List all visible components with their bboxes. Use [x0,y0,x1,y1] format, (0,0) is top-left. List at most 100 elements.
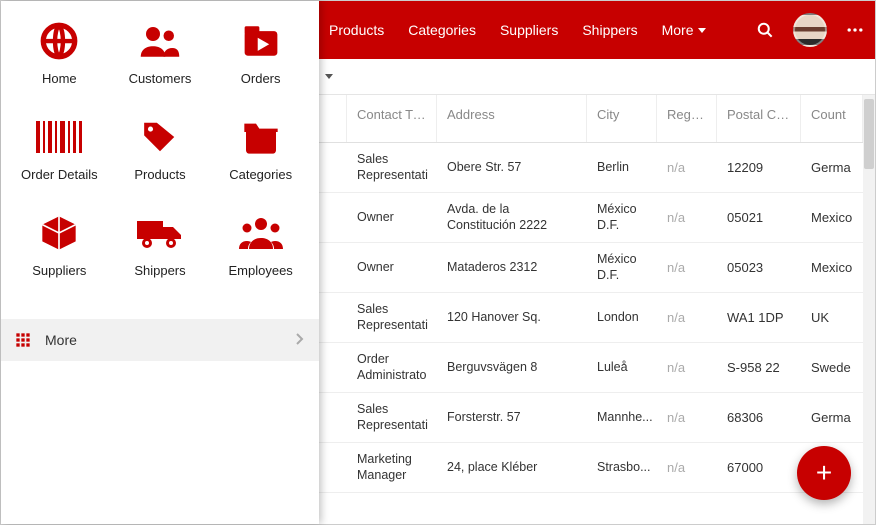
cell-address: Avda. de la Constitución 2222 [437,193,587,242]
cell-region: n/a [657,393,717,442]
barcode-icon [31,115,87,159]
chevron-right-icon [295,332,305,349]
col-country[interactable]: Count [801,95,863,142]
overflow-menu-icon[interactable] [845,20,865,40]
sidebar-tile-categories[interactable]: Categories [210,115,311,211]
cell-postal: 68306 [717,393,801,442]
scrollbar-thumb[interactable] [864,99,874,169]
sidebar-tile-order-details[interactable]: Order Details [9,115,110,211]
toolbar-dropdown[interactable] [319,74,333,79]
folder-play-icon [233,19,289,63]
col-city[interactable]: City [587,95,657,142]
sidebar-tile-customers[interactable]: Customers [110,19,211,115]
sidebar-tile-shippers[interactable]: Shippers [110,211,211,307]
box-icon [31,211,87,255]
sidebar-more-label: More [45,332,77,348]
cell-city: Berlin [587,143,657,192]
nav-products[interactable]: Products [329,22,384,38]
sidebar-tile-suppliers[interactable]: Suppliers [9,211,110,307]
cell-contact-title: Marketing Manager [347,443,437,492]
tile-label: Orders [241,71,281,86]
cell-contact-title: Owner [347,243,437,292]
cell-postal: WA1 1DP [717,293,801,342]
cell-country: Germa [801,393,863,442]
cell-address: 120 Hanover Sq. [437,293,587,342]
cell-postal: 05023 [717,243,801,292]
cell-address: Berguvsvägen 8 [437,343,587,392]
tile-label: Suppliers [32,263,86,278]
col-region[interactable]: Region [657,95,717,142]
people-icon [132,19,188,63]
table-row[interactable]: OwnerMataderos 2312México D.F.n/a05023Me… [319,243,875,293]
tile-label: Shippers [134,263,185,278]
sidebar-tile-employees[interactable]: Employees [210,211,311,307]
nav-categories[interactable]: Categories [408,22,476,38]
cell-contact-title: Order Administrato [347,343,437,392]
cell-city: Luleå [587,343,657,392]
cell-address: Mataderos 2312 [437,243,587,292]
nav-more-label: More [662,22,694,38]
col-address[interactable]: Address [437,95,587,142]
navigation-drawer: Home Customers Orders Order Details Products… [1,1,319,524]
cell-postal: 05021 [717,193,801,242]
cell-region: n/a [657,243,717,292]
cell-city: Strasbo... [587,443,657,492]
sidebar-more[interactable]: More [1,319,319,361]
plus-icon: + [816,457,832,489]
tile-label: Home [42,71,77,86]
group-icon [233,211,289,255]
top-nav: Products Categories Suppliers Shippers M… [329,22,706,38]
tile-label: Employees [229,263,293,278]
cell-region: n/a [657,343,717,392]
add-button[interactable]: + [797,446,851,500]
caret-down-icon [698,28,706,33]
tile-label: Categories [229,167,292,182]
cell-region: n/a [657,193,717,242]
nav-shippers[interactable]: Shippers [582,22,637,38]
truck-icon [132,211,188,255]
table-row[interactable]: Order AdministratoBerguvsvägen 8Luleån/a… [319,343,875,393]
cell-city: London [587,293,657,342]
sidebar-tile-orders[interactable]: Orders [210,19,311,115]
nav-suppliers[interactable]: Suppliers [500,22,558,38]
sidebar-tile-products[interactable]: Products [110,115,211,211]
cell-postal: S-958 22 [717,343,801,392]
cell-city: Mannhe... [587,393,657,442]
data-grid: Contact Title Address City Region Postal… [319,95,875,524]
table-row[interactable]: Sales RepresentatiObere Str. 57Berlinn/a… [319,143,875,193]
cell-country: Swede [801,343,863,392]
caret-down-icon [325,74,333,79]
cell-region: n/a [657,443,717,492]
cell-country: Germa [801,143,863,192]
cell-address: Forsterstr. 57 [437,393,587,442]
table-row[interactable]: Marketing Manager24, place KléberStrasbo… [319,443,875,493]
cell-postal: 67000 [717,443,801,492]
col-postal[interactable]: Postal Code [717,95,801,142]
cell-region: n/a [657,143,717,192]
table-row[interactable]: Sales Representati120 Hanover Sq.Londonn… [319,293,875,343]
cell-address: Obere Str. 57 [437,143,587,192]
cell-country: Mexico [801,193,863,242]
user-avatar[interactable] [793,13,827,47]
cell-contact-title: Sales Representati [347,143,437,192]
cell-city: México D.F. [587,243,657,292]
cell-contact-title: Owner [347,193,437,242]
cell-contact-title: Sales Representati [347,393,437,442]
table-row[interactable]: OwnerAvda. de la Constitución 2222México… [319,193,875,243]
tile-label: Products [134,167,185,182]
cell-postal: 12209 [717,143,801,192]
table-row[interactable]: Sales RepresentatiForsterstr. 57Mannhe..… [319,393,875,443]
nav-more[interactable]: More [662,22,706,38]
sidebar-tile-home[interactable]: Home [9,19,110,115]
grid-header-row: Contact Title Address City Region Postal… [319,95,875,143]
apps-grid-icon [15,332,31,348]
vertical-scrollbar[interactable] [863,95,875,524]
cell-address: 24, place Kléber [437,443,587,492]
cell-region: n/a [657,293,717,342]
globe-icon [31,19,87,63]
cell-city: México D.F. [587,193,657,242]
search-icon[interactable] [755,20,775,40]
tag-icon [132,115,188,159]
cell-country: UK [801,293,863,342]
col-contact-title[interactable]: Contact Title [347,95,437,142]
